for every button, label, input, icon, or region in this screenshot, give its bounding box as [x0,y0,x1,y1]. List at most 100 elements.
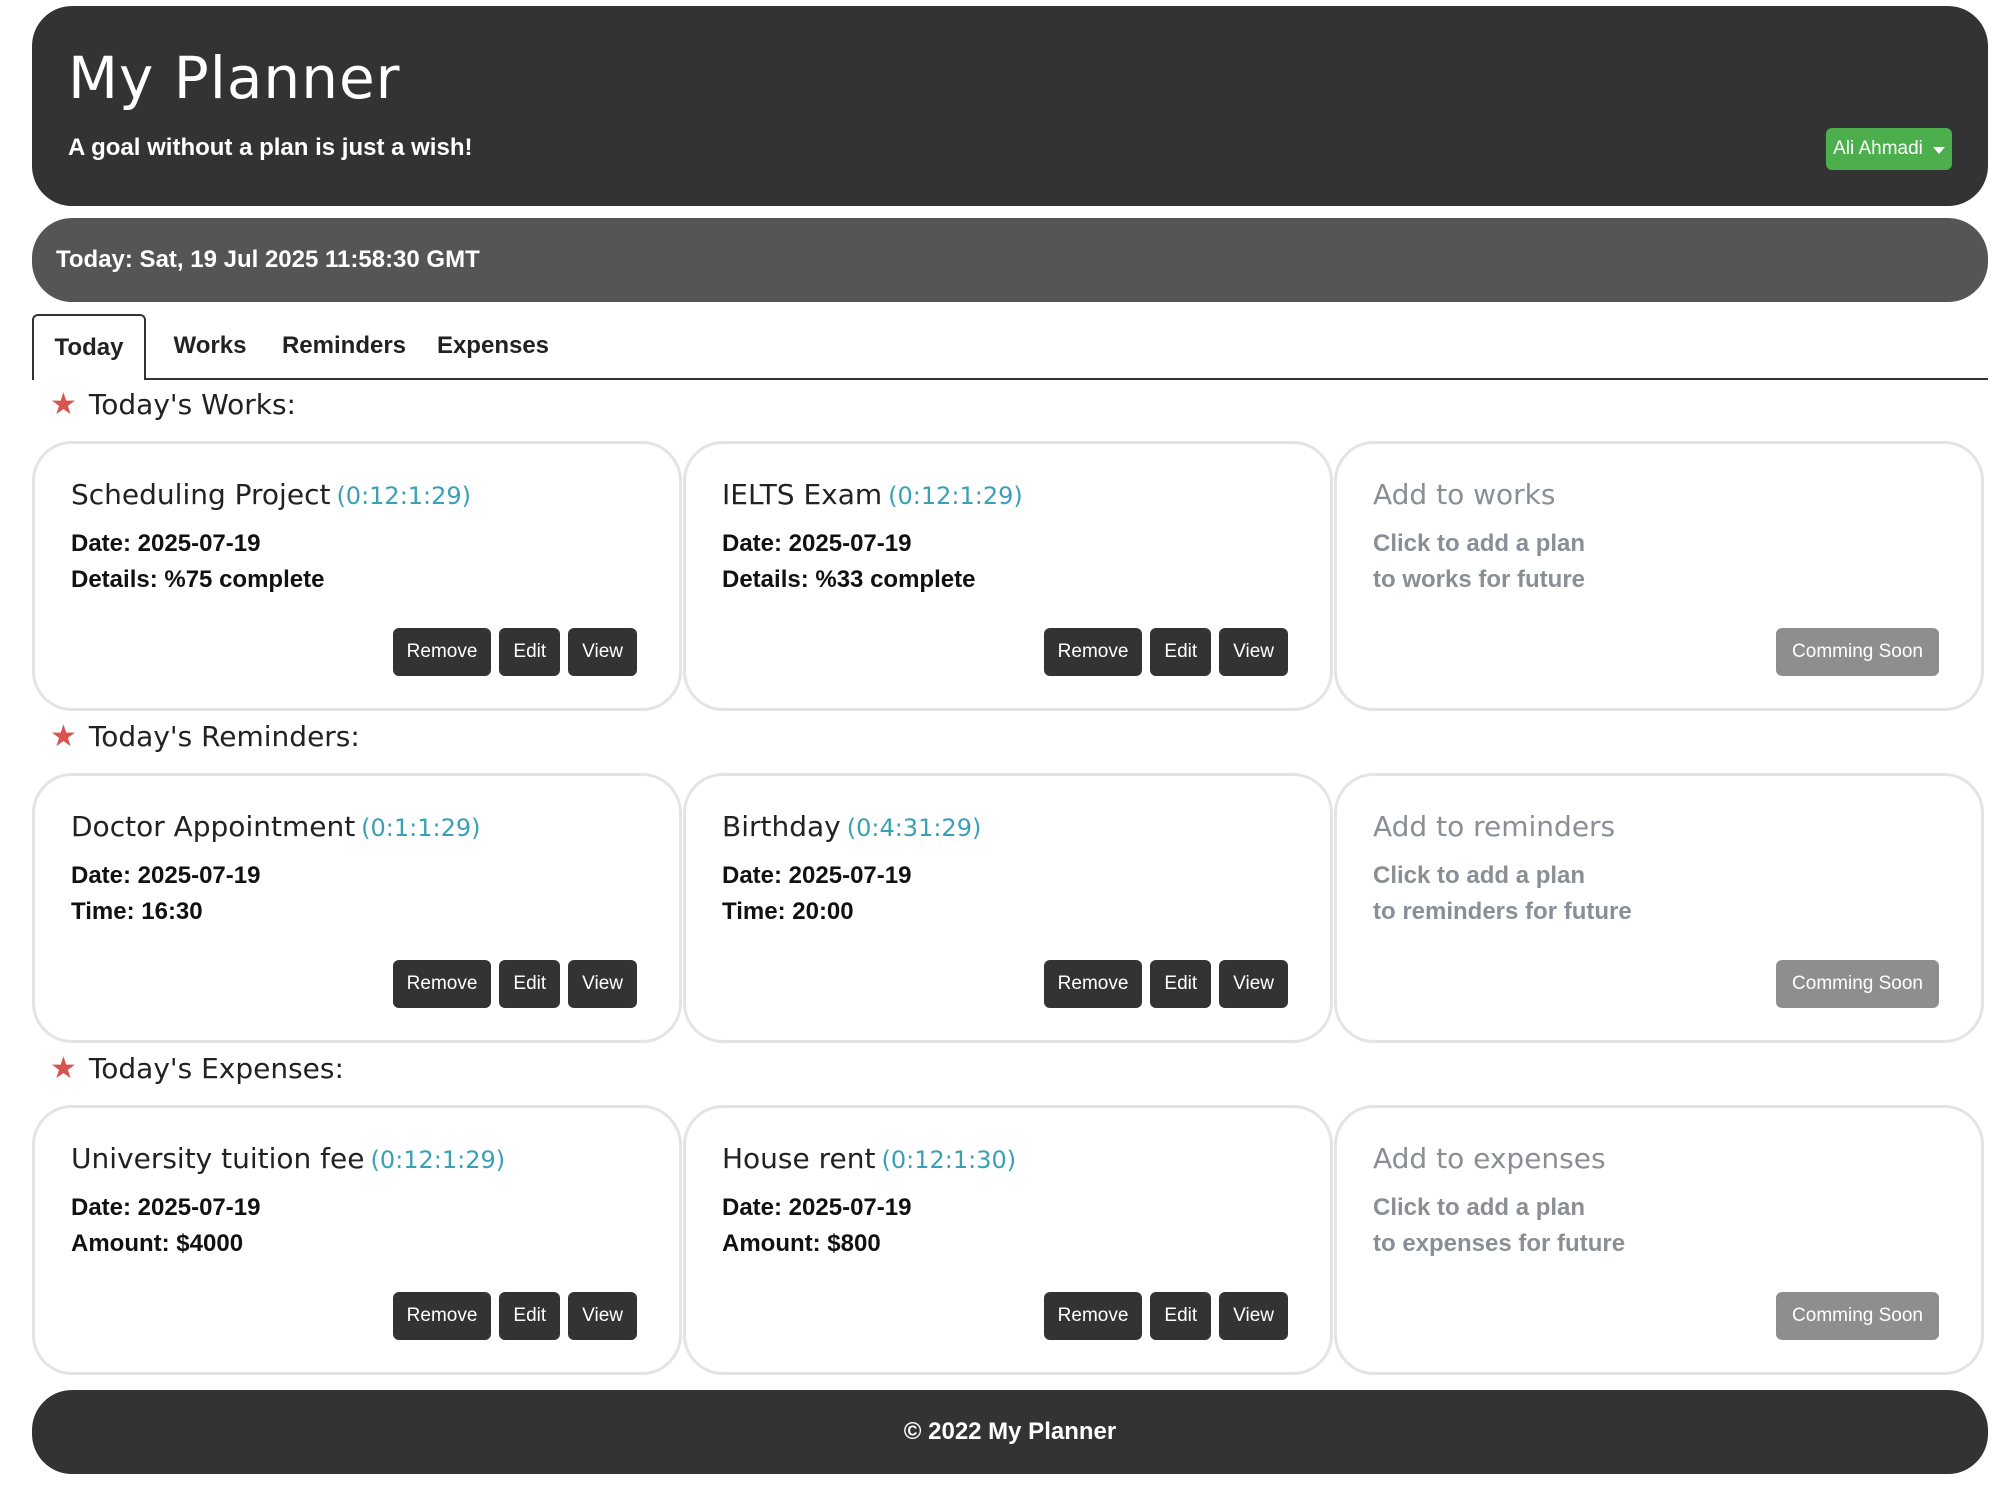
tab-expenses[interactable]: Expenses [428,314,558,378]
work-card: Scheduling Project (0:12:1:29) Date: 2025… [32,441,682,711]
add-card-line: Click to add a plan [1373,530,1586,557]
add-card-line: to works for future [1373,566,1586,593]
remove-button[interactable]: Remove [1043,1292,1143,1340]
app-tagline: A goal without a plan is just a wish! [68,134,473,161]
card-title: Birthday (0:4:31:29) [722,810,981,843]
countdown-timer: (0:4:31:29) [846,814,982,842]
tab-reminders[interactable]: Reminders [274,314,414,378]
edit-button[interactable]: Edit [499,628,561,676]
edit-button[interactable]: Edit [1150,628,1212,676]
section-title-expenses: ★ Today's Expenses: [50,1052,344,1085]
section-title-reminders: ★ Today's Reminders: [50,720,360,753]
card-date: Date: 2025-07-19 [71,1194,261,1221]
card-actions: Remove Edit View [1043,1292,1288,1340]
countdown-timer: (0:12:1:29) [370,1146,506,1174]
card-title: Scheduling Project (0:12:1:29) [71,478,471,511]
tab-works[interactable]: Works [160,314,260,378]
card-title-text: University tuition fee [71,1142,365,1175]
page-footer: © 2022 My Planner [32,1390,1988,1474]
footer-copyright: © 2022 My Planner [903,1418,1117,1445]
card-date: Date: 2025-07-19 [71,530,261,557]
edit-button[interactable]: Edit [499,1292,561,1340]
card-title: IELTS Exam (0:12:1:29) [722,478,1023,511]
card-title: University tuition fee (0:12:1:29) [71,1142,505,1175]
user-menu-button[interactable]: Ali Ahmadi [1826,128,1952,170]
view-button[interactable]: View [568,1292,637,1340]
card-actions: Comming Soon [1776,960,1939,1008]
card-actions: Remove Edit View [392,960,637,1008]
reminder-card: Doctor Appointment (0:1:1:29) Date: 2025-… [32,773,682,1043]
current-date-text: Today: Sat, 19 Jul 2025 11:58:30 GMT [56,246,480,273]
card-date: Date: 2025-07-19 [722,1194,912,1221]
reminder-card: Birthday (0:4:31:29) Date: 2025-07-19 Tim… [683,773,1333,1043]
add-card-line: Click to add a plan [1373,862,1586,889]
card-time: Time: 16:30 [71,898,203,925]
add-work-card[interactable]: Add to works Click to add a plan to work… [1334,441,1984,711]
star-icon: ★ [50,718,77,754]
remove-button[interactable]: Remove [1043,960,1143,1008]
view-button[interactable]: View [1219,1292,1288,1340]
coming-soon-button[interactable]: Comming Soon [1776,628,1939,676]
card-actions: Comming Soon [1776,628,1939,676]
card-amount: Amount: $4000 [71,1230,244,1257]
expense-card: House rent (0:12:1:30) Date: 2025-07-19 A… [683,1105,1333,1375]
view-button[interactable]: View [568,960,637,1008]
star-icon: ★ [50,1050,77,1086]
view-button[interactable]: View [568,628,637,676]
add-card-line: to reminders for future [1373,898,1632,925]
remove-button[interactable]: Remove [392,960,492,1008]
card-date: Date: 2025-07-19 [71,862,261,889]
tab-today[interactable]: Today [32,314,146,380]
app-title: My Planner [68,44,401,112]
edit-button[interactable]: Edit [499,960,561,1008]
countdown-timer: (0:12:1:29) [336,482,472,510]
card-details: Details: %33 complete [722,566,976,593]
card-date: Date: 2025-07-19 [722,862,912,889]
add-card-line: Click to add a plan [1373,1194,1586,1221]
countdown-timer: (0:12:1:29) [888,482,1023,510]
remove-button[interactable]: Remove [1043,628,1143,676]
page-header: My Planner A goal without a plan is just… [32,6,1988,206]
card-date: Date: 2025-07-19 [722,530,912,557]
card-title: House rent (0:12:1:30) [722,1142,1016,1175]
section-title-text: Today's Expenses: [88,1052,344,1085]
user-name: Ali Ahmadi [1833,138,1923,159]
add-expense-card[interactable]: Add to expenses Click to add a plan to e… [1334,1105,1984,1375]
add-reminder-card[interactable]: Add to reminders Click to add a plan to … [1334,773,1984,1043]
section-title-text: Today's Reminders: [88,720,360,753]
card-title-text: Scheduling Project [71,478,331,511]
current-date-bar: Today: Sat, 19 Jul 2025 11:58:30 GMT [32,218,1988,302]
caret-down-icon [1932,146,1945,154]
view-button[interactable]: View [1219,960,1288,1008]
countdown-timer: (0:12:1:30) [881,1146,1017,1174]
card-actions: Remove Edit View [1043,628,1288,676]
card-title-text: Birthday [722,810,841,843]
remove-button[interactable]: Remove [392,1292,492,1340]
add-card-line: to expenses for future [1373,1230,1626,1257]
work-card: IELTS Exam (0:12:1:29) Date: 2025-07-19 D… [683,441,1333,711]
tab-bar: Today Works Reminders Expenses [32,314,1988,380]
card-amount: Amount: $800 [722,1230,881,1257]
coming-soon-button[interactable]: Comming Soon [1776,960,1939,1008]
expense-card: University tuition fee (0:12:1:29) Date: … [32,1105,682,1375]
coming-soon-button[interactable]: Comming Soon [1776,1292,1939,1340]
card-details: Details: %75 complete [71,566,325,593]
card-title-text: Doctor Appointment [71,810,356,843]
view-button[interactable]: View [1219,628,1288,676]
edit-button[interactable]: Edit [1150,1292,1212,1340]
add-card-title: Add to reminders [1373,810,1616,843]
card-actions: Remove Edit View [1043,960,1288,1008]
card-actions: Remove Edit View [392,1292,637,1340]
edit-button[interactable]: Edit [1150,960,1212,1008]
card-actions: Remove Edit View [392,628,637,676]
card-actions: Comming Soon [1776,1292,1939,1340]
star-icon: ★ [50,386,77,422]
card-title-text: IELTS Exam [722,478,883,511]
section-title-works: ★ Today's Works: [50,388,296,421]
card-title-text: House rent [722,1142,876,1175]
countdown-timer: (0:1:1:29) [361,814,481,842]
add-card-title: Add to works [1373,478,1556,511]
remove-button[interactable]: Remove [392,628,492,676]
card-title: Doctor Appointment (0:1:1:29) [71,810,481,843]
section-title-text: Today's Works: [88,388,296,421]
